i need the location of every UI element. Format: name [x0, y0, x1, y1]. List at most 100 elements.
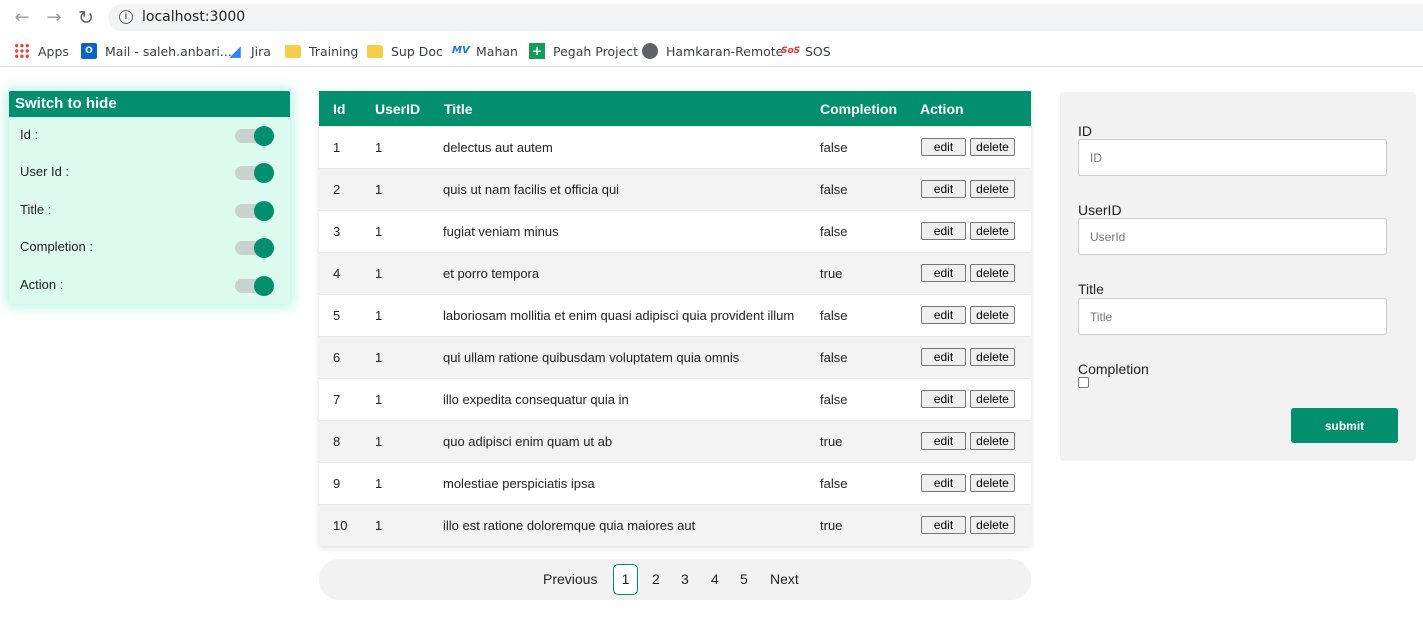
globe-icon: [642, 43, 658, 59]
edit-button[interactable]: edit: [921, 180, 966, 198]
cell-title: delectus aut autem: [443, 140, 553, 155]
id-label: ID: [1078, 123, 1092, 139]
bookmark-label: Pegah Project: [553, 43, 639, 59]
page-button-3[interactable]: 3: [681, 571, 689, 587]
delete-button[interactable]: delete: [970, 306, 1015, 324]
back-arrow-icon[interactable]: ←: [11, 7, 33, 29]
switch-label: Title :: [20, 202, 52, 217]
cell-userid: 1: [375, 350, 383, 365]
bookmark-label: Jira: [251, 43, 271, 59]
delete-button[interactable]: delete: [970, 432, 1015, 450]
delete-button[interactable]: delete: [970, 222, 1015, 240]
cell-title: fugiat veniam minus: [443, 224, 559, 239]
delete-button[interactable]: delete: [970, 138, 1015, 156]
toggle-id[interactable]: [235, 126, 275, 146]
address-bar[interactable]: [108, 4, 1423, 31]
jira-icon: ◢: [229, 42, 241, 60]
cell-title: illo expedita consequatur quia in: [443, 392, 629, 407]
bookmark-training[interactable]: Training: [285, 41, 358, 61]
toggle-title[interactable]: [235, 201, 275, 221]
delete-button[interactable]: delete: [970, 180, 1015, 198]
edit-button[interactable]: edit: [921, 474, 966, 492]
table-row: 7 1 illo expedita consequatur quia in false…: [319, 378, 1031, 420]
bookmark-label: Mahan: [476, 43, 518, 59]
edit-button[interactable]: edit: [921, 516, 966, 534]
edit-button[interactable]: edit: [921, 432, 966, 450]
cell-title: qui ullam ratione quibusdam voluptatem q…: [443, 350, 740, 365]
delete-button[interactable]: delete: [970, 348, 1015, 366]
bookmark-jira[interactable]: ◢ Jira: [227, 41, 271, 61]
toggle-user-id[interactable]: [235, 163, 275, 183]
forward-arrow-icon[interactable]: →: [43, 7, 65, 29]
column-header-title: Title: [444, 101, 473, 117]
toggle-completion[interactable]: [235, 238, 275, 258]
bookmark-sup-doc[interactable]: Sup Doc: [367, 41, 443, 61]
cell-id: 7: [333, 392, 341, 407]
bookmark-label: Hamkaran-Remote: [666, 43, 784, 59]
toggle-thumb: [254, 238, 274, 258]
bookmark-sos[interactable]: SoS SOS: [781, 41, 831, 61]
cell-title: illo est ratione doloremque quia maiores…: [443, 518, 696, 533]
title-input[interactable]: [1078, 298, 1387, 335]
mahan-icon: MV: [452, 45, 470, 56]
cell-id: 10: [333, 518, 348, 533]
userid-label: UserID: [1078, 202, 1122, 218]
id-input[interactable]: [1078, 139, 1387, 176]
table-row: 8 1 quo adipisci enim quam ut ab true edit de…: [319, 420, 1031, 462]
submit-button[interactable]: submit: [1291, 408, 1398, 443]
cell-userid: 1: [375, 224, 383, 239]
cell-title: laboriosam mollitia et enim quasi adipis…: [443, 308, 795, 323]
cell-id: 2: [333, 182, 341, 197]
cell-title: quo adipisci enim quam ut ab: [443, 434, 613, 449]
userid-input[interactable]: [1078, 218, 1387, 255]
reload-icon[interactable]: ↻: [75, 7, 97, 29]
bookmark-hamkaran-remote[interactable]: Hamkaran-Remote: [642, 41, 783, 61]
cell-completion: false: [820, 350, 848, 365]
url-text[interactable]: localhost:3000: [142, 9, 245, 25]
page-button-2[interactable]: 2: [652, 571, 660, 587]
apps-grid-icon: [14, 43, 30, 59]
delete-button[interactable]: delete: [970, 390, 1015, 408]
switch-label: User Id :: [20, 164, 70, 179]
bookmark-label: Apps: [38, 43, 69, 59]
pagination: Previous 1 2 3 4 5 Next: [319, 559, 1031, 600]
cell-completion: false: [820, 308, 848, 323]
completion-checkbox[interactable]: [1078, 377, 1089, 388]
page-button-5[interactable]: 5: [740, 571, 748, 587]
previous-page-button[interactable]: Previous: [543, 571, 597, 587]
column-header-userid: UserID: [375, 101, 421, 117]
table-body: 1 1 delectus aut autem false edit delete 2 1 qui…: [319, 126, 1031, 546]
title-label: Title: [1078, 281, 1104, 297]
switch-panel-title: Switch to hide: [9, 91, 290, 117]
toggle-thumb: [254, 163, 274, 183]
cell-userid: 1: [375, 308, 383, 323]
bookmark-mail[interactable]: O Mail - saleh.anbari...: [81, 41, 232, 61]
delete-button[interactable]: delete: [970, 474, 1015, 492]
info-icon[interactable]: i: [119, 10, 133, 24]
delete-button[interactable]: delete: [970, 516, 1015, 534]
page-button-4[interactable]: 4: [711, 571, 719, 587]
bookmark-pegah-project[interactable]: + Pegah Project: [529, 41, 638, 61]
edit-button[interactable]: edit: [921, 348, 966, 366]
next-page-button[interactable]: Next: [770, 571, 799, 587]
column-header-action: Action: [920, 101, 964, 117]
edit-button[interactable]: edit: [921, 138, 966, 156]
page-button-1[interactable]: 1: [613, 564, 638, 595]
switch-label: Action :: [20, 277, 64, 292]
switch-row-completion: Completion :: [9, 236, 290, 260]
switch-row-user-id: User Id :: [9, 161, 290, 185]
cell-id: 5: [333, 308, 341, 323]
edit-button[interactable]: edit: [921, 222, 966, 240]
bookmark-apps[interactable]: Apps: [14, 41, 69, 61]
table-row: 6 1 qui ullam ratione quibusdam voluptatem…: [319, 336, 1031, 378]
edit-button[interactable]: edit: [921, 306, 966, 324]
toggle-action[interactable]: [235, 276, 275, 296]
edit-button[interactable]: edit: [921, 390, 966, 408]
switch-row-id: Id :: [9, 124, 290, 148]
outlook-icon: O: [81, 43, 97, 59]
toggle-thumb: [254, 276, 274, 296]
table-row: 5 1 laboriosam mollitia et enim quasi adip…: [319, 294, 1031, 336]
delete-button[interactable]: delete: [970, 264, 1015, 282]
edit-button[interactable]: edit: [921, 264, 966, 282]
bookmark-mahan[interactable]: MV Mahan: [452, 41, 518, 61]
